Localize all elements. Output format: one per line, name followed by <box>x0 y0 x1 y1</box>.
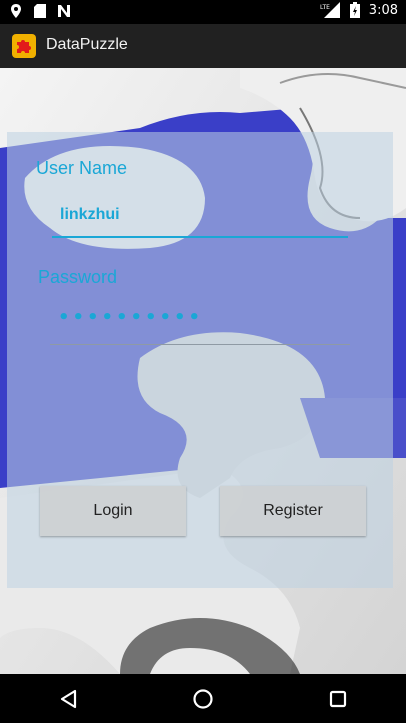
status-bar: LTE 3:08 <box>0 0 406 24</box>
navigation-bar <box>0 674 406 723</box>
app-bar: DataPuzzle <box>0 24 406 68</box>
battery-icon <box>347 2 363 18</box>
username-underline <box>52 236 348 238</box>
svg-text:LTE: LTE <box>320 4 330 11</box>
register-button[interactable]: Register <box>220 486 366 536</box>
back-icon[interactable] <box>48 679 88 719</box>
username-label: User Name <box>36 158 128 178</box>
home-icon[interactable] <box>183 679 223 719</box>
puzzle-app-icon <box>12 34 36 58</box>
sd-card-icon <box>32 3 48 19</box>
recent-apps-icon[interactable] <box>318 679 358 719</box>
content-area: User Name linkzhui Password •••••••••• L… <box>0 68 406 674</box>
password-label: Password <box>38 267 118 287</box>
password-input[interactable]: •••••••••• <box>58 307 203 328</box>
status-time: 3:08 <box>368 2 398 18</box>
signal-icon: LTE <box>319 2 341 18</box>
app-title: DataPuzzle <box>46 36 128 53</box>
notification-n-icon <box>56 3 72 19</box>
login-button[interactable]: Login <box>40 486 186 536</box>
login-panel: User Name linkzhui Password •••••••••• L… <box>7 132 393 588</box>
password-underline <box>50 344 350 345</box>
location-icon <box>8 3 24 19</box>
username-input[interactable]: linkzhui <box>60 206 120 224</box>
